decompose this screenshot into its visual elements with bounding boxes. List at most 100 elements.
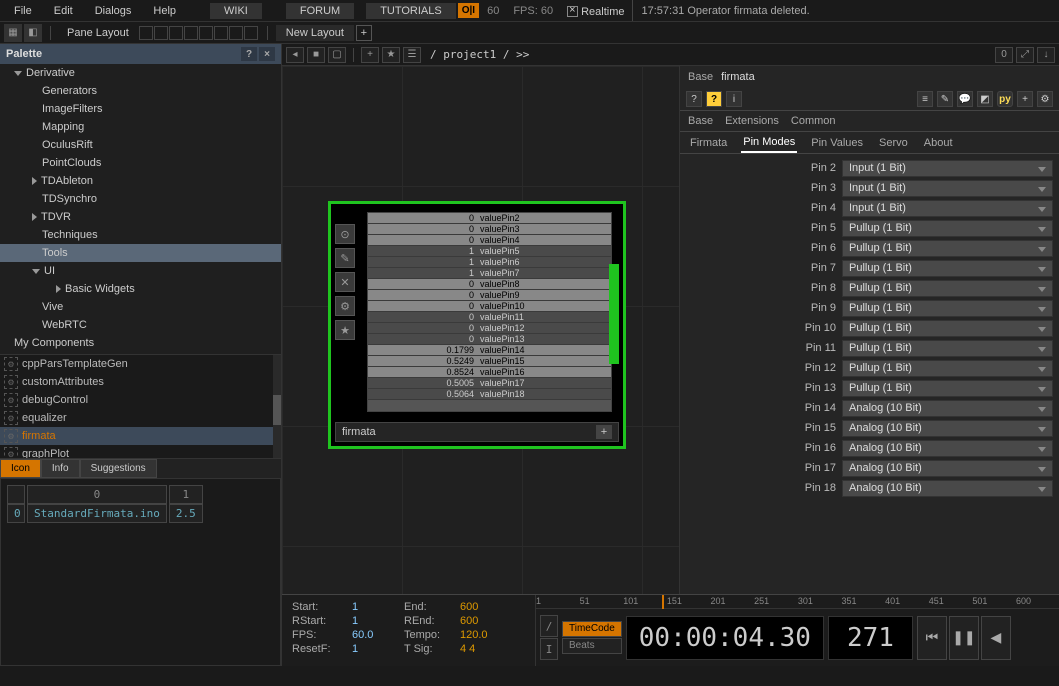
realtime-toggle[interactable]: Realtime — [561, 2, 630, 20]
tool-icon-1[interactable]: ▦ — [4, 24, 22, 42]
help-icon[interactable]: ? — [686, 91, 702, 107]
param-select[interactable]: Pullup (1 Bit) — [842, 380, 1053, 397]
palette-close-button[interactable]: × — [259, 47, 275, 61]
param-select[interactable]: Pullup (1 Bit) — [842, 260, 1053, 277]
comment-icon[interactable]: 💬 — [957, 91, 973, 107]
firmata-node[interactable]: ⊙✎✕⚙★ 0valuePin20valuePin30valuePin41val… — [328, 201, 626, 449]
edit-icon[interactable]: ✎ — [937, 91, 953, 107]
zero-button[interactable]: 0 — [995, 47, 1013, 63]
param-select[interactable]: Analog (10 Bit) — [842, 420, 1053, 437]
param-select[interactable]: Pullup (1 Bit) — [842, 240, 1053, 257]
tl-val[interactable]: 1 — [352, 643, 398, 657]
down-icon[interactable]: ↓ — [1037, 47, 1055, 63]
menu-dialogs[interactable]: Dialogs — [85, 3, 142, 19]
oi-badge[interactable]: O|I — [458, 3, 479, 18]
node-tool-icon[interactable]: ⊙ — [335, 224, 355, 244]
tl-val[interactable]: 120.0 — [460, 629, 496, 643]
tl-val[interactable]: 60.0 — [352, 629, 398, 643]
param-select[interactable]: Input (1 Bit) — [842, 200, 1053, 217]
op-name[interactable]: firmata — [721, 71, 755, 83]
tree-item[interactable]: Derivative — [0, 64, 281, 82]
wiki-link[interactable]: WIKI — [210, 3, 262, 19]
component-list[interactable]: ⚙cppParsTemplateGen⚙customAttributes⚙deb… — [0, 354, 281, 458]
component-item[interactable]: ⚙customAttributes — [0, 373, 281, 391]
param-select[interactable]: Analog (10 Bit) — [842, 480, 1053, 497]
tab-info[interactable]: Info — [41, 459, 80, 478]
tree-item[interactable]: PointClouds — [0, 154, 281, 172]
node-tool-icon[interactable]: ⚙ — [335, 296, 355, 316]
tree-item[interactable]: TDVR — [0, 208, 281, 226]
add-layout-button[interactable]: + — [356, 25, 372, 41]
star-button[interactable]: ★ — [382, 47, 400, 63]
node-tool-icon[interactable]: ✎ — [335, 248, 355, 268]
tl-val[interactable]: 4 4 — [460, 643, 496, 657]
param-select[interactable]: Analog (10 Bit) — [842, 440, 1053, 457]
mode-timecode[interactable]: TimeCode — [562, 621, 622, 637]
tree-item[interactable]: WebRTC — [0, 316, 281, 334]
tutorials-link[interactable]: TUTORIALS — [366, 3, 456, 19]
python-icon[interactable]: py — [997, 91, 1013, 107]
param-select[interactable]: Pullup (1 Bit) — [842, 220, 1053, 237]
param-select[interactable]: Pullup (1 Bit) — [842, 360, 1053, 377]
tree-item[interactable]: Basic Widgets — [0, 280, 281, 298]
db-icon[interactable]: ≡ — [917, 91, 933, 107]
tree-item[interactable]: OculusRift — [0, 136, 281, 154]
node-tool-icon[interactable]: ✕ — [335, 272, 355, 292]
tree-item[interactable]: ImageFilters — [0, 100, 281, 118]
layout-slots[interactable] — [139, 26, 259, 40]
tab-extensions[interactable]: Extensions — [725, 111, 779, 131]
window-icon[interactable]: ▢ — [328, 47, 346, 63]
node-add-icon[interactable]: + — [596, 425, 612, 439]
component-item[interactable]: ⚙debugControl — [0, 391, 281, 409]
menu-file[interactable]: File — [4, 3, 42, 19]
flag-independent[interactable]: I — [540, 638, 558, 660]
network-view[interactable]: ⊙✎✕⚙★ 0valuePin20valuePin30valuePin41val… — [282, 66, 1059, 594]
tab-base[interactable]: Base — [688, 111, 713, 131]
tab-common[interactable]: Common — [791, 111, 836, 131]
tab-pin-modes[interactable]: Pin Modes — [741, 133, 797, 153]
nav-back-button[interactable]: ◂ — [286, 47, 304, 63]
new-layout-button[interactable]: New Layout — [276, 25, 354, 41]
tl-val[interactable]: 600 — [460, 615, 496, 629]
tree-item[interactable]: Tools — [0, 244, 281, 262]
tree-item[interactable]: TDAbleton — [0, 172, 281, 190]
menu-edit[interactable]: Edit — [44, 3, 83, 19]
component-item[interactable]: ⚙cppParsTemplateGen — [0, 355, 281, 373]
param-select[interactable]: Pullup (1 Bit) — [842, 320, 1053, 337]
tl-val[interactable]: 1 — [352, 601, 398, 615]
param-select[interactable]: Analog (10 Bit) — [842, 400, 1053, 417]
tree-item[interactable]: UI — [0, 262, 281, 280]
param-select[interactable]: Analog (10 Bit) — [842, 460, 1053, 477]
scrollbar[interactable] — [273, 355, 281, 458]
node-output-connector[interactable] — [609, 264, 619, 364]
tab-firmata[interactable]: Firmata — [688, 134, 729, 152]
param-select[interactable]: Pullup (1 Bit) — [842, 340, 1053, 357]
plus-icon[interactable]: + — [1017, 91, 1033, 107]
help-highlight-icon[interactable]: ? — [706, 91, 722, 107]
mode-beats[interactable]: Beats — [562, 638, 622, 654]
palette-icon[interactable]: ◧ — [24, 24, 42, 42]
menu-help[interactable]: Help — [143, 3, 186, 19]
play-reverse-button[interactable]: ◀ — [981, 616, 1011, 660]
param-body[interactable]: Pin 2Input (1 Bit)Pin 3Input (1 Bit)Pin … — [680, 154, 1059, 594]
frame-display[interactable]: 271 — [828, 616, 913, 660]
component-item[interactable]: ⚙firmata — [0, 427, 281, 445]
timecode-display[interactable]: 00:00:04.30 — [626, 616, 824, 660]
bookmark-icon[interactable]: ☰ — [403, 47, 421, 63]
node-title[interactable]: firmata + — [335, 422, 619, 442]
tree-item[interactable]: Vive — [0, 298, 281, 316]
param-select[interactable]: Input (1 Bit) — [842, 180, 1053, 197]
plus-button[interactable]: + — [361, 47, 379, 63]
path-display[interactable]: / project1 / >> — [424, 46, 535, 63]
tab-suggestions[interactable]: Suggestions — [80, 459, 157, 478]
component-item[interactable]: ⚙equalizer — [0, 409, 281, 427]
palette-tree[interactable]: DerivativeGeneratorsImageFiltersMappingO… — [0, 64, 281, 354]
tl-val[interactable]: 600 — [460, 601, 496, 615]
tab-icon[interactable]: Icon — [0, 459, 41, 478]
tab-pin-values[interactable]: Pin Values — [809, 134, 865, 152]
tab-about[interactable]: About — [922, 134, 955, 152]
tree-item[interactable]: Techniques — [0, 226, 281, 244]
param-select[interactable]: Pullup (1 Bit) — [842, 300, 1053, 317]
param-select[interactable]: Input (1 Bit) — [842, 160, 1053, 177]
tree-item[interactable]: My Components — [0, 334, 281, 352]
